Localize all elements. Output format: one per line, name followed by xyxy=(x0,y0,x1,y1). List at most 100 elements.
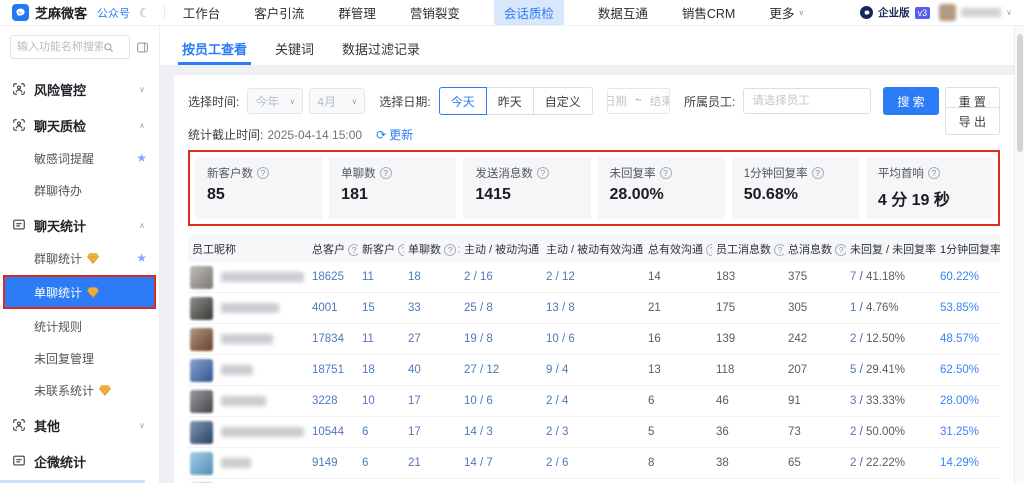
help-icon[interactable]: ? xyxy=(380,167,392,179)
favorite-star-icon[interactable]: ★ xyxy=(136,151,147,165)
cell-new-customers[interactable]: 15 xyxy=(358,293,404,324)
unreplied-count[interactable]: 3 xyxy=(850,395,856,407)
nav-item-group-management[interactable]: 群管理 xyxy=(338,3,376,22)
cell-active-passive-effective[interactable]: 2 / 6 xyxy=(542,448,644,479)
scrollbar-thumb[interactable] xyxy=(1017,34,1023,152)
cell-total-customers[interactable]: 4863 xyxy=(308,479,358,483)
cell-active-passive-effective[interactable]: 2 / 3 xyxy=(542,417,644,448)
dark-mode-icon[interactable]: ☾ xyxy=(139,6,150,20)
cell-chat-count[interactable]: 18 xyxy=(404,262,460,293)
unreplied-count[interactable]: 5 xyxy=(850,364,856,376)
cell-chat-count[interactable]: 21 xyxy=(404,448,460,479)
nav-item-sales-crm[interactable]: 销售CRM xyxy=(682,3,735,22)
year-select[interactable]: 今年 ∨ xyxy=(247,88,303,114)
cell-chat-count[interactable]: 17 xyxy=(404,417,460,448)
cell-new-customers[interactable]: 10 xyxy=(358,386,404,417)
help-icon[interactable]: ? xyxy=(774,244,784,256)
help-icon[interactable]: ? xyxy=(928,167,940,179)
unreplied-count[interactable]: 2 xyxy=(850,333,856,345)
sidebar-item-group-chat-stats[interactable]: 群聊统计 ★ xyxy=(0,243,159,273)
tab-data-filter-records[interactable]: 数据过滤记录 xyxy=(342,26,420,65)
month-select[interactable]: 4月 ∨ xyxy=(309,88,365,114)
help-icon[interactable]: ? xyxy=(537,167,549,179)
public-account-link[interactable]: 公众号 xyxy=(97,5,130,21)
sidebar-item-single-chat-stats[interactable]: 单聊统计 xyxy=(5,277,154,307)
tab-by-employee[interactable]: 按员工查看 xyxy=(182,26,247,65)
unreplied-count[interactable]: 2 xyxy=(850,426,856,438)
quick-date-today[interactable]: 今天 xyxy=(439,87,487,115)
unreplied-count[interactable]: 1 xyxy=(850,302,856,314)
nav-item-marketing-fission[interactable]: 营销裂变 xyxy=(410,3,460,22)
sidebar-item-group-todo[interactable]: 群聊待办 xyxy=(0,175,159,205)
sidebar-search-input[interactable] xyxy=(17,41,103,53)
nav-item-more[interactable]: 更多 ∨ xyxy=(769,3,804,22)
help-icon[interactable]: ? xyxy=(257,167,269,179)
cell-active-passive-effective[interactable]: 2 / 4 xyxy=(542,386,644,417)
sidebar-group-others[interactable]: 其他 ∨ xyxy=(0,409,159,441)
chevron-down-icon[interactable]: ∨ xyxy=(1006,8,1012,17)
quick-date-yesterday[interactable]: 昨天 xyxy=(486,87,534,115)
help-icon[interactable]: ? xyxy=(812,167,824,179)
cell-new-customers[interactable]: 6 xyxy=(358,448,404,479)
cell-one-min-reply-rate[interactable]: 48.57% xyxy=(936,324,1000,355)
cell-chat-count[interactable]: 27 xyxy=(404,324,460,355)
favorite-star-icon[interactable]: ★ xyxy=(136,251,147,265)
collapse-panel-icon[interactable] xyxy=(136,41,149,54)
cell-active-passive[interactable]: 2 / 16 xyxy=(460,262,542,293)
help-icon[interactable]: ? xyxy=(444,244,456,256)
nav-item-data-interop[interactable]: 数据互通 xyxy=(598,3,648,22)
sidebar-group-wecom-stats[interactable]: 企微统计 xyxy=(0,445,159,477)
sidebar-group-chat-qc[interactable]: 聊天质检 ∧ xyxy=(0,109,159,141)
cell-active-passive[interactable]: 10 / 6 xyxy=(460,386,542,417)
cell-active-passive[interactable]: 27 / 12 xyxy=(460,355,542,386)
cell-new-customers[interactable]: 6 xyxy=(358,417,404,448)
cell-one-min-reply-rate[interactable]: 60.22% xyxy=(936,262,1000,293)
sidebar-group-risk-control[interactable]: 风险管控 ∨ xyxy=(0,73,159,105)
cell-total-customers[interactable]: 18751 xyxy=(308,355,358,386)
cell-new-customers[interactable]: 0 xyxy=(358,479,404,483)
cell-new-customers[interactable]: 11 xyxy=(358,262,404,293)
help-icon[interactable]: ? xyxy=(706,244,712,256)
cell-new-customers[interactable]: 11 xyxy=(358,324,404,355)
cell-active-passive[interactable]: 14 / 3 xyxy=(460,417,542,448)
cell-one-min-reply-rate[interactable]: 62.50% xyxy=(936,355,1000,386)
cell-one-min-reply-rate[interactable]: 31.25% xyxy=(936,417,1000,448)
staff-select-input[interactable] xyxy=(743,88,871,114)
sidebar-item-sensitive-words[interactable]: 敏感词提醒 ★ xyxy=(0,143,159,173)
export-button[interactable]: 导 出 xyxy=(945,107,1000,135)
refresh-link[interactable]: ⟳ 更新 xyxy=(376,126,413,143)
cell-chat-count[interactable]: 5 xyxy=(404,479,460,483)
search-button[interactable]: 搜 索 xyxy=(883,87,938,115)
nav-item-workbench[interactable]: 工作台 xyxy=(183,3,221,22)
sidebar-item-unreplied-management[interactable]: 未回复管理 xyxy=(0,343,159,373)
cell-active-passive-effective[interactable]: 0 / 0 xyxy=(542,479,644,483)
cell-active-passive[interactable]: 14 / 7 xyxy=(460,448,542,479)
sidebar-item-stats-rules[interactable]: 统计规则 xyxy=(0,311,159,341)
sidebar-item-uncontacted-stats[interactable]: 未联系统计 xyxy=(0,375,159,405)
cell-active-passive-effective[interactable]: 2 / 12 xyxy=(542,262,644,293)
cell-new-customers[interactable]: 18 xyxy=(358,355,404,386)
sort-icon[interactable] xyxy=(458,244,460,255)
cell-one-min-reply-rate[interactable]: 0 xyxy=(936,479,1000,483)
cell-one-min-reply-rate[interactable]: 28.00% xyxy=(936,386,1000,417)
cell-active-passive-effective[interactable]: 10 / 6 xyxy=(542,324,644,355)
nav-item-customer-acquisition[interactable]: 客户引流 xyxy=(254,3,304,22)
cell-active-passive[interactable]: 1 / 4 xyxy=(460,479,542,483)
quick-date-custom[interactable]: 自定义 xyxy=(533,87,593,115)
tab-keywords[interactable]: 关键词 xyxy=(275,26,314,65)
nav-item-session-qc[interactable]: 会话质检 xyxy=(494,0,564,25)
unreplied-count[interactable]: 7 xyxy=(850,271,856,283)
help-icon[interactable]: ? xyxy=(398,244,404,256)
date-range-input[interactable]: 开始日期 ~ 结束日期 xyxy=(607,88,670,114)
cell-total-customers[interactable]: 9149 xyxy=(308,448,358,479)
cell-total-customers[interactable]: 18625 xyxy=(308,262,358,293)
user-avatar[interactable] xyxy=(939,4,956,21)
cell-active-passive-effective[interactable]: 13 / 8 xyxy=(542,293,644,324)
page-scrollbar[interactable] xyxy=(1014,26,1024,483)
sidebar-group-chat-stats[interactable]: 聊天统计 ∧ xyxy=(0,209,159,241)
help-icon[interactable]: ? xyxy=(660,167,672,179)
cell-active-passive[interactable]: 25 / 8 xyxy=(460,293,542,324)
cell-one-min-reply-rate[interactable]: 14.29% xyxy=(936,448,1000,479)
cell-total-customers[interactable]: 4001 xyxy=(308,293,358,324)
cell-total-customers[interactable]: 3228 xyxy=(308,386,358,417)
